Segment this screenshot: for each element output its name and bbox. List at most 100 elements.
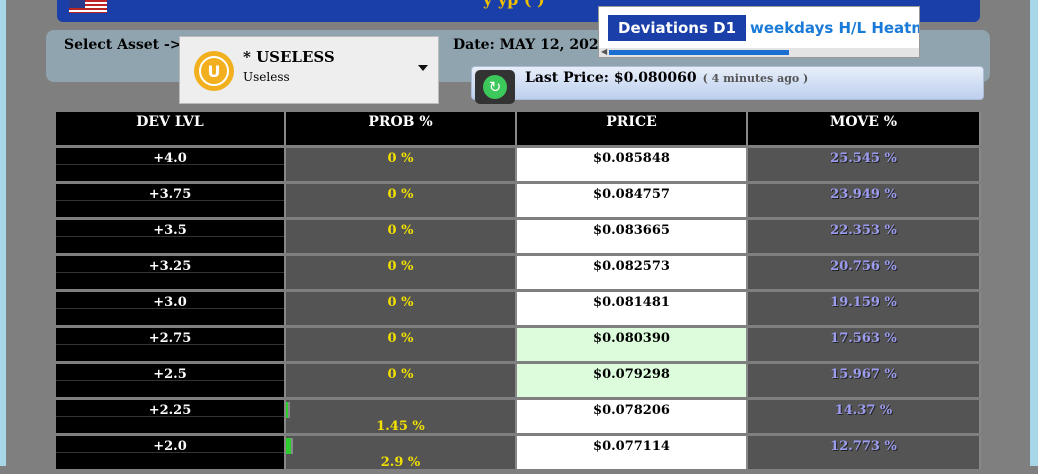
price-cell: $0.084757 — [517, 184, 748, 217]
asset-dropdown[interactable]: U * USELESS Useless — [179, 36, 439, 104]
dev-level-cell: +3.75 — [56, 184, 286, 217]
probability-cell-text: 0 % — [387, 295, 414, 310]
probability-cell: 0 % — [286, 184, 517, 217]
probability-cell-text: 0 % — [387, 187, 414, 202]
price-cell-text: $0.081481 — [593, 295, 670, 310]
us-flag-icon — [69, 0, 107, 13]
dev-level-cell-text: +3.75 — [148, 187, 192, 202]
move-cell: 12.773 % — [748, 436, 981, 469]
table-row: +3.0 0 % $0.081481 19.159 % — [56, 292, 981, 325]
refresh-icon: ↻ — [483, 75, 507, 99]
move-cell: 22.353 % — [748, 220, 981, 253]
move-cell: 15.967 % — [748, 364, 981, 397]
dev-level-cell: +3.25 — [56, 256, 286, 289]
tab-deviations-d1[interactable]: Deviations D1 — [608, 15, 747, 41]
move-cell: 14.37 % — [748, 400, 981, 433]
dev-level-cell: +2.0 — [56, 436, 286, 469]
probability-bar — [286, 402, 290, 418]
header-price: PRICE — [517, 112, 748, 145]
scrollbar-thumb[interactable] — [609, 50, 789, 55]
probability-cell-text: 2.9 % — [380, 455, 421, 470]
probability-bar — [286, 438, 294, 454]
move-cell-text: 12.773 % — [830, 439, 897, 454]
asset-name: Useless — [243, 70, 290, 84]
probability-cell-text: 0 % — [387, 151, 414, 166]
refresh-button[interactable]: ↻ — [475, 70, 515, 104]
probability-cell: 0 % — [286, 292, 517, 325]
dev-level-cell: +2.5 — [56, 364, 286, 397]
dev-level-cell-text: +2.5 — [153, 367, 187, 382]
date-display: Date: MAY 12, 2026 — [453, 37, 609, 53]
page-edge-right — [1030, 0, 1038, 466]
dev-level-cell-text: +3.0 — [153, 295, 187, 310]
deviation-table: DEV LVL PROB % PRICE MOVE % +4.0 0 % $0.08… — [56, 112, 981, 472]
tab-weekdays-heatmap[interactable]: weekdays H/L Heatmap — [750, 15, 919, 41]
table-header-row: DEV LVL PROB % PRICE MOVE % — [56, 112, 981, 145]
price-cell-text: $0.077114 — [593, 439, 670, 454]
move-cell-text: 20.756 % — [830, 259, 897, 274]
price-cell: $0.078206 — [517, 400, 748, 433]
probability-cell: 0 % — [286, 364, 517, 397]
asset-symbol: * USELESS — [243, 48, 335, 66]
price-cell: $0.081481 — [517, 292, 748, 325]
banner-title: y yp ( ) — [483, 0, 545, 9]
tabs-scrollbar[interactable]: ◀ — [599, 47, 919, 57]
price-cell-text: $0.083665 — [593, 223, 670, 238]
table-row: +3.5 0 % $0.083665 22.353 % — [56, 220, 981, 253]
price-cell-text: $0.078206 — [593, 403, 670, 418]
coin-glyph: U — [199, 56, 229, 86]
table-row: +3.25 0 % $0.082573 20.756 % — [56, 256, 981, 289]
table-row: +2.25 1.45 % $0.078206 14.37 % — [56, 400, 981, 434]
probability-cell-text: 0 % — [387, 331, 414, 346]
probability-cell-text: 0 % — [387, 223, 414, 238]
probability-cell: 0 % — [286, 148, 517, 181]
dev-level-cell-text: +3.25 — [148, 259, 192, 274]
probability-cell-text: 0 % — [387, 367, 414, 382]
table-body: +4.0 0 % $0.085848 25.545 % +3.75 0 % $0.08475… — [56, 148, 981, 470]
price-cell-text: $0.084757 — [593, 187, 670, 202]
dev-level-cell-text: +2.25 — [148, 403, 192, 418]
useless-coin-icon: U — [194, 51, 234, 91]
move-cell-text: 23.949 % — [830, 187, 897, 202]
select-asset-label: Select Asset -> — [64, 37, 182, 53]
move-cell: 20.756 % — [748, 256, 981, 289]
view-tabs: Deviations D1 weekdays H/L Heatmap ◀ — [598, 6, 920, 58]
header-dev-lvl: DEV LVL — [56, 112, 286, 145]
dev-level-cell: +3.0 — [56, 292, 286, 325]
price-cell: $0.080390 — [517, 328, 748, 361]
move-cell-text: 22.353 % — [830, 223, 897, 238]
dev-level-cell: +3.5 — [56, 220, 286, 253]
probability-cell: 1.45 % — [286, 400, 517, 434]
dev-level-cell: +2.75 — [56, 328, 286, 361]
last-price-text: Last Price: $0.080060 ( 4 minutes ago ) — [525, 70, 808, 86]
scroll-left-arrow-icon[interactable]: ◀ — [601, 47, 607, 56]
table-row: +2.75 0 % $0.080390 17.563 % — [56, 328, 981, 361]
dev-level-cell: +4.0 — [56, 148, 286, 181]
price-cell: $0.079298 — [517, 364, 748, 397]
probability-cell: 2.9 % — [286, 436, 517, 470]
table-row: +2.0 2.9 % $0.077114 12.773 % — [56, 436, 981, 470]
last-price-value: Last Price: $0.080060 — [525, 70, 697, 86]
table-row: +4.0 0 % $0.085848 25.545 % — [56, 148, 981, 181]
move-cell-text: 19.159 % — [830, 295, 897, 310]
price-cell: $0.083665 — [517, 220, 748, 253]
last-price-bar: ↻ Last Price: $0.080060 ( 4 minutes ago ) — [471, 66, 984, 104]
move-cell-text: 25.545 % — [830, 151, 897, 166]
last-price-age: ( 4 minutes ago ) — [702, 72, 809, 85]
table-row: +3.75 0 % $0.084757 23.949 % — [56, 184, 981, 217]
price-cell: $0.082573 — [517, 256, 748, 289]
probability-cell-text: 1.45 % — [376, 419, 425, 434]
move-cell: 17.563 % — [748, 328, 981, 361]
chevron-down-icon — [418, 65, 428, 71]
table-row: +2.5 0 % $0.079298 15.967 % — [56, 364, 981, 397]
move-cell: 23.949 % — [748, 184, 981, 217]
move-cell-text: 14.37 % — [834, 403, 893, 418]
dev-level-cell-text: +2.75 — [148, 331, 192, 346]
header-prob: PROB % — [286, 112, 517, 145]
header-move: MOVE % — [748, 112, 981, 145]
probability-cell: 0 % — [286, 220, 517, 253]
page-edge-left — [0, 0, 6, 466]
probability-cell: 0 % — [286, 328, 517, 361]
dev-level-cell-text: +4.0 — [153, 151, 187, 166]
move-cell: 19.159 % — [748, 292, 981, 325]
